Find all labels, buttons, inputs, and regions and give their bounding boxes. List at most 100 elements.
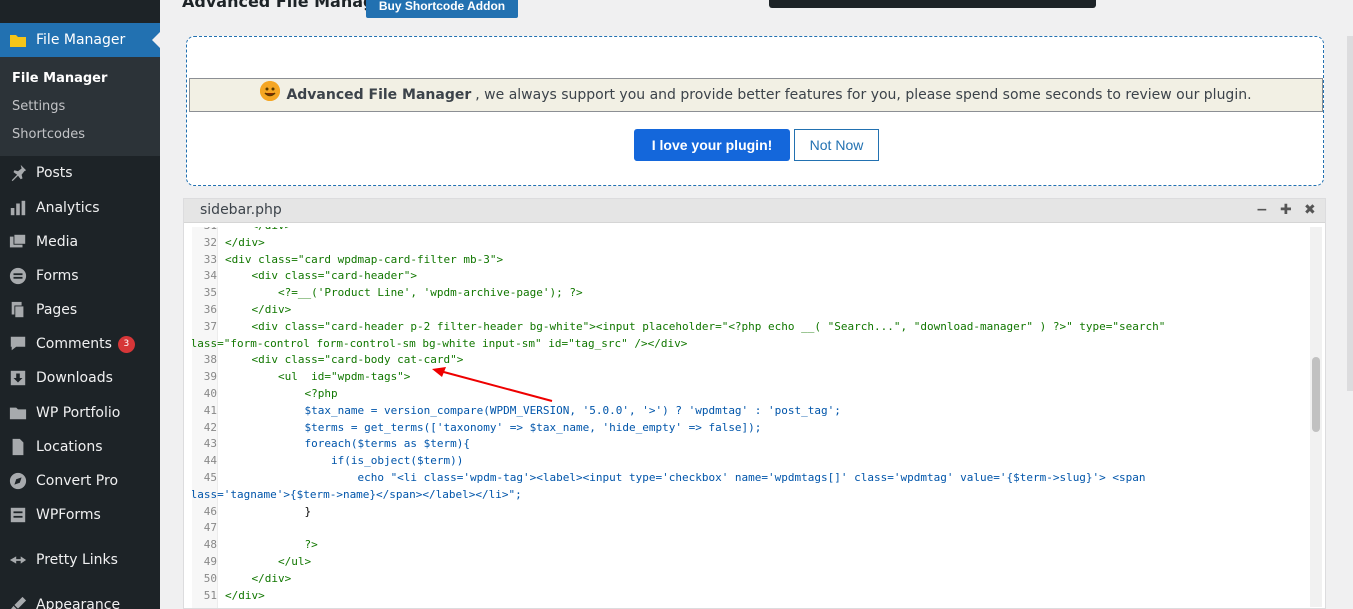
sidebar-item-label: Pages	[36, 302, 78, 318]
comment-icon	[0, 335, 36, 353]
code-line: 41 $tax_name = version_compare(WPDM_VERS…	[192, 403, 1314, 420]
code-text: <?=__('Product Line', 'wpdm-archive-page…	[225, 286, 583, 300]
code-line: 49 </ul>	[192, 554, 1314, 571]
compass-icon	[0, 472, 36, 490]
smiley-icon	[260, 81, 281, 101]
close-icon[interactable]: ✖	[1304, 202, 1316, 218]
sidebar-item-pages[interactable]: Pages	[0, 293, 160, 327]
sidebar-item-label: Forms	[36, 268, 79, 284]
paintbrush-icon	[0, 596, 36, 609]
code-line: 45 echo "<li class='wpdm-tag'><label><in…	[192, 470, 1314, 487]
code-line: 32 </div>	[192, 235, 1314, 252]
code-line: 37 <div class="card-header p-2 filter-he…	[192, 319, 1314, 336]
code-editor-panel: sidebar.php − ✚ ✖ 31 </div> 32 </div> 33 <di…	[183, 198, 1326, 609]
line-number: 42	[203, 420, 217, 434]
code-text: }	[225, 504, 312, 518]
line-number: 40	[203, 387, 217, 400]
document-icon	[0, 438, 36, 456]
line-number: 51	[203, 588, 217, 602]
line-number: 48	[203, 538, 217, 552]
sidebar-item-comments[interactable]: Comments 3	[0, 327, 160, 361]
line-number: 44	[203, 454, 217, 468]
code-text: ?>	[225, 538, 318, 552]
scrollbar-thumb[interactable]	[1312, 357, 1320, 432]
code-text: <div class="card-header p-2 filter-heade…	[225, 319, 1166, 333]
sidebar-item-appearance[interactable]: Appearance	[0, 588, 160, 609]
code-line: 47	[192, 520, 1314, 537]
wpforms-icon	[0, 506, 36, 524]
code-line: 51 </div>	[192, 588, 1314, 605]
code-line: 34 <div class="card-header">	[192, 268, 1314, 285]
code-line: 35 <?=__('Product Line', 'wpdm-archive-p…	[192, 285, 1314, 302]
sidebar-item-wpforms[interactable]: WPForms	[0, 498, 160, 532]
line-number: 36	[203, 303, 217, 316]
buy-shortcode-addon-button[interactable]: Buy Shortcode Addon	[366, 0, 518, 18]
code-text: </div>	[225, 588, 265, 602]
review-message: Advanced File Manager , we always suppor…	[189, 78, 1323, 112]
portfolio-icon	[0, 404, 36, 422]
love-plugin-button[interactable]: I love your plugin!	[634, 129, 790, 161]
code-text: foreach($terms as $term){	[225, 437, 471, 451]
not-now-button[interactable]: Not Now	[794, 129, 879, 161]
line-number: 32	[203, 235, 217, 249]
plugin-name: Advanced File Manager	[286, 87, 472, 103]
sidebar-item-label: Comments	[36, 336, 112, 352]
sidebar-item-media[interactable]: Media	[0, 225, 160, 259]
expand-icon[interactable]: ✚	[1280, 202, 1292, 218]
sidebar-item-downloads[interactable]: Downloads	[0, 361, 160, 395]
line-number: 33	[203, 252, 217, 266]
line-number: 46	[203, 504, 217, 518]
active-arrow	[152, 32, 160, 48]
code-text: class="form-control form-control-sm bg-w…	[192, 336, 688, 350]
line-number: 43	[203, 437, 217, 451]
code-text: </div>	[225, 235, 265, 249]
download-icon	[0, 369, 36, 387]
code-line: 39 <ul id="wpdm-tags">	[192, 369, 1314, 386]
code-text: if(is_object($term))	[225, 454, 464, 468]
link-icon	[0, 551, 36, 569]
pages-icon	[0, 301, 36, 319]
page-scrollbar[interactable]	[1347, 36, 1353, 391]
line-number: 37	[203, 319, 217, 333]
sidebar-item-wp-portfolio[interactable]: WP Portfolio	[0, 396, 160, 430]
sidebar-item-file-manager[interactable]: File Manager	[0, 23, 160, 57]
sidebar-item-label: Posts	[36, 165, 73, 181]
sidebar-item-analytics[interactable]: Analytics	[0, 191, 160, 225]
sidebar-item-label: Appearance	[36, 597, 121, 609]
sidebar-item-pretty-links[interactable]: Pretty Links	[0, 543, 160, 577]
sidebar-item-forms[interactable]: Forms	[0, 259, 160, 293]
submenu-settings[interactable]: Settings	[12, 99, 65, 114]
submenu-file-manager[interactable]: File Manager	[12, 71, 107, 86]
line-number: 50	[203, 571, 217, 585]
sidebar-item-label: WPForms	[36, 507, 101, 523]
media-icon	[0, 233, 36, 251]
comment-count-badge: 3	[117, 335, 135, 353]
code-text: </div>	[225, 303, 292, 316]
code-line: class="form-control form-control-sm bg-w…	[192, 336, 1306, 353]
submenu-shortcodes[interactable]: Shortcodes	[12, 127, 85, 142]
sidebar-item-posts[interactable]: Posts	[0, 156, 160, 190]
code-text: <div class="card wpdmap-card-filter mb-3…	[225, 252, 504, 266]
editor-scrollbar[interactable]	[1310, 227, 1322, 607]
sidebar-item-label: Pretty Links	[36, 552, 118, 568]
sidebar-item-label: Downloads	[36, 370, 113, 386]
line-number: 35	[203, 286, 217, 300]
sidebar-item-convert-pro[interactable]: Convert Pro	[0, 464, 160, 498]
code-area[interactable]: 31 </div> 32 </div> 33 <div class="card wpdm…	[192, 227, 1314, 608]
line-number: 34	[203, 269, 217, 283]
file-manager-submenu: File Manager Settings Shortcodes	[0, 57, 160, 156]
code-line: 36 </div>	[192, 302, 1314, 319]
pin-icon	[0, 164, 36, 182]
code-line: 40 <?php	[192, 386, 1314, 403]
line-number: 39	[203, 370, 217, 384]
editor-header: sidebar.php − ✚ ✖	[184, 199, 1325, 223]
code-text: </ul>	[225, 555, 312, 568]
sidebar-item-label: Analytics	[36, 200, 100, 216]
line-number: 31	[192, 227, 217, 235]
sidebar-item-locations[interactable]: Locations	[0, 430, 160, 464]
red-arrow-annotation	[432, 367, 553, 402]
minimize-icon[interactable]: −	[1256, 202, 1268, 218]
code-text: echo "<li class='wpdm-tag'><label><input…	[225, 471, 1146, 484]
page-title: Advanced File Manager	[182, 0, 394, 11]
bar-chart-icon	[0, 199, 36, 217]
